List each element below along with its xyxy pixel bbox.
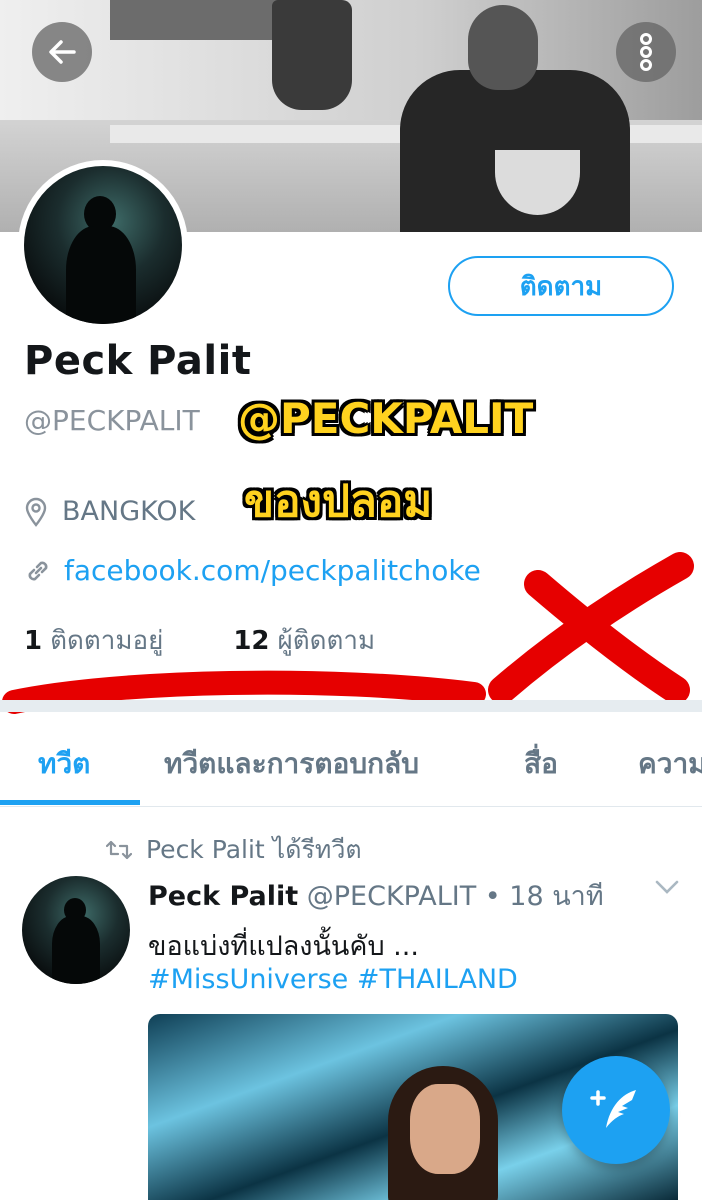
compose-feather-icon [590, 1090, 636, 1128]
tab-likes[interactable]: ความ [638, 742, 702, 786]
tab-tweets-and-replies[interactable]: ทวีตและการตอบกลับ [164, 742, 419, 786]
section-divider [0, 700, 702, 712]
tweet-avatar[interactable] [22, 876, 130, 984]
tweet-author[interactable]: Peck Palit [148, 881, 298, 912]
tweet-meta: @PECKPALIT • 18 นาที [306, 881, 604, 912]
active-tab-indicator [0, 800, 140, 805]
tab-tweets[interactable]: ทวีต [38, 742, 90, 786]
tweet-header: Peck Palit @PECKPALIT • 18 นาที [148, 874, 604, 917]
retweet-icon [106, 840, 132, 860]
chevron-down-icon [655, 880, 679, 894]
tab-media[interactable]: สื่อ [524, 742, 558, 786]
tweet-hashtags[interactable]: #MissUniverse #THAILAND [148, 964, 518, 995]
tweet-options-button[interactable] [654, 878, 680, 900]
retweet-context: Peck Palit ได้รีทวีต [106, 830, 362, 870]
red-markup-overlay [2, 552, 694, 714]
tweet-text: ขอแบ่งที่แปลงนั้นคับ ... [148, 931, 419, 962]
retweet-text: Peck Palit ได้รีทวีต [146, 835, 362, 864]
compose-tweet-button[interactable] [562, 1056, 670, 1164]
profile-tabs: ทวีต ทวีตและการตอบกลับ สื่อ ความ [0, 712, 702, 807]
